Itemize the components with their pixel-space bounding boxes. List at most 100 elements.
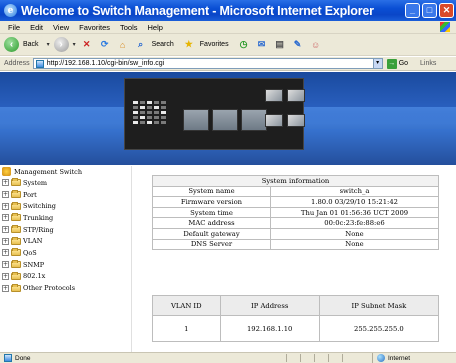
sfp-bottom-1 [265,114,283,127]
subnet-mask-header: IP Subnet Mask [318,295,440,316]
close-button[interactable]: ✕ [439,3,454,18]
tree-item-label[interactable]: Port [23,191,37,199]
windows-flag-icon [440,22,450,32]
tree-item-label[interactable]: Switching [23,202,56,210]
table-row: 1 192.168.1.10 255.255.255.0 [152,315,440,342]
mail-icon[interactable]: ✉ [255,38,269,52]
system-time-label: System time [152,206,271,219]
window-controls: _ □ ✕ [405,3,454,18]
expand-icon[interactable]: + [2,202,9,210]
search-label[interactable]: Search [152,41,174,48]
tree-item-label[interactable]: Trunking [23,214,53,222]
switch-sfp-ports [265,89,305,127]
refresh-icon[interactable]: ⟳ [98,38,112,52]
tree-item-other-protocols[interactable]: + Other Protocols [0,282,131,294]
tree-item-switching[interactable]: + Switching [0,200,131,212]
stop-icon[interactable]: ✕ [80,38,94,52]
tree-item-label[interactable]: VLAN [23,237,42,245]
zone-label: Internet [388,354,411,362]
table-row: MAC address 00:0c:23:fe:88:e6 [152,217,439,229]
forward-arrow-icon[interactable]: › [53,37,69,52]
forward-dropdown-icon[interactable]: ▾ [73,41,76,48]
tree-item-trunking[interactable]: + Trunking [0,212,131,224]
ie-logo-icon: e [4,4,17,17]
print-icon[interactable]: ▤ [273,38,287,52]
page-done-icon [4,354,12,362]
tree-item-snmp[interactable]: + SNMP [0,259,131,271]
expand-icon[interactable]: + [2,284,9,292]
tree-item-label[interactable]: STP/Ring [23,226,54,234]
switch-front-panel-image [124,78,305,150]
expand-icon[interactable]: + [2,261,9,269]
maximize-button[interactable]: □ [422,3,437,18]
ip-address-cell: 192.168.1.10 [219,315,320,342]
expand-icon[interactable]: + [2,237,9,245]
tree-item-label[interactable]: SNMP [23,261,44,269]
ip-address-header: IP Address [219,295,320,316]
back-arrow-icon[interactable]: ‹ [4,37,19,52]
menu-favorites[interactable]: Favorites [79,23,110,32]
address-label: Address [4,60,30,67]
expand-icon[interactable]: + [2,226,9,234]
home-icon[interactable]: ⌂ [116,38,130,52]
tree-root[interactable]: Management Switch [0,166,131,177]
status-bar: Done Internet [0,352,456,363]
go-button[interactable]: Go [399,60,408,67]
go-arrow-icon[interactable]: → [386,58,397,69]
address-input[interactable]: http://192.168.1.10/cgi-bin/sw_info.cgi [32,58,383,69]
system-info-header: System information [152,175,439,187]
edit-icon[interactable]: ✎ [291,38,305,52]
expand-icon[interactable]: + [2,191,9,199]
menu-view[interactable]: View [53,23,69,32]
window-title-bar: e Welcome to Switch Management - Microso… [0,0,456,21]
expand-icon[interactable]: + [2,272,9,280]
sfp-top-1 [265,89,283,102]
tree-item-qos[interactable]: + QoS [0,247,131,259]
sfp-top-2 [287,89,305,102]
favorites-star-icon[interactable]: ★ [182,38,196,52]
table-row: Default gateway None [152,227,439,240]
menu-tools[interactable]: Tools [120,23,138,32]
firmware-version-label: Firmware version [152,196,271,208]
search-icon[interactable]: ⌕ [134,38,148,52]
menu-file[interactable]: File [8,23,20,32]
system-time-value: Thu Jan 01 01:56:36 UCT 2009 [270,206,439,219]
tree-item-system[interactable]: + System [0,177,131,189]
address-bar: Address http://192.168.1.10/cgi-bin/sw_i… [0,57,456,71]
toolbar: ‹ Back ▾ › ▾ ✕ ⟳ ⌂ ⌕ Search ★ Favorites … [0,34,456,56]
menu-edit[interactable]: Edit [30,23,43,32]
menu-bar: File Edit View Favorites Tools Help [0,21,456,34]
management-tree: Management Switch + System + Port + Swit… [0,166,132,352]
tree-item-label[interactable]: Other Protocols [23,284,75,292]
expand-icon[interactable]: + [2,214,9,222]
tree-item-label[interactable]: 802.1x [23,272,45,280]
expand-icon[interactable]: + [2,249,9,257]
tree-item-label[interactable]: QoS [23,249,37,257]
tree-item-8021x[interactable]: + 802.1x [0,271,131,283]
vlan-id-cell: 1 [152,315,221,342]
favorites-label[interactable]: Favorites [200,41,229,48]
menu-help[interactable]: Help [148,23,163,32]
links-button[interactable]: Links [420,60,436,67]
port-3 [241,109,267,131]
address-url[interactable]: http://192.168.1.10/cgi-bin/sw_info.cgi [47,60,165,67]
expand-icon[interactable]: + [2,179,9,187]
tree-item-port[interactable]: + Port [0,189,131,201]
default-gateway-label: Default gateway [152,227,271,240]
folder-icon [11,271,21,280]
folder-icon [11,283,21,292]
tree-root-label[interactable]: Management Switch [14,168,82,176]
tree-item-label[interactable]: System [23,179,47,187]
tree-item-stp-ring[interactable]: + STP/Ring [0,224,131,236]
folder-icon [11,236,21,245]
history-icon[interactable]: ◷ [237,38,251,52]
tree-item-vlan[interactable]: + VLAN [0,235,131,247]
back-dropdown-icon[interactable]: ▾ [47,41,50,48]
minimize-button[interactable]: _ [405,3,420,18]
messenger-icon[interactable]: ☺ [309,38,323,52]
vlan-ip-table: VLAN ID IP Address IP Subnet Mask 1 192.… [152,295,440,342]
folder-icon [11,248,21,257]
back-label[interactable]: Back [23,41,39,48]
address-dropdown-icon[interactable]: ▾ [372,58,383,69]
switch-ethernet-ports [183,109,267,131]
